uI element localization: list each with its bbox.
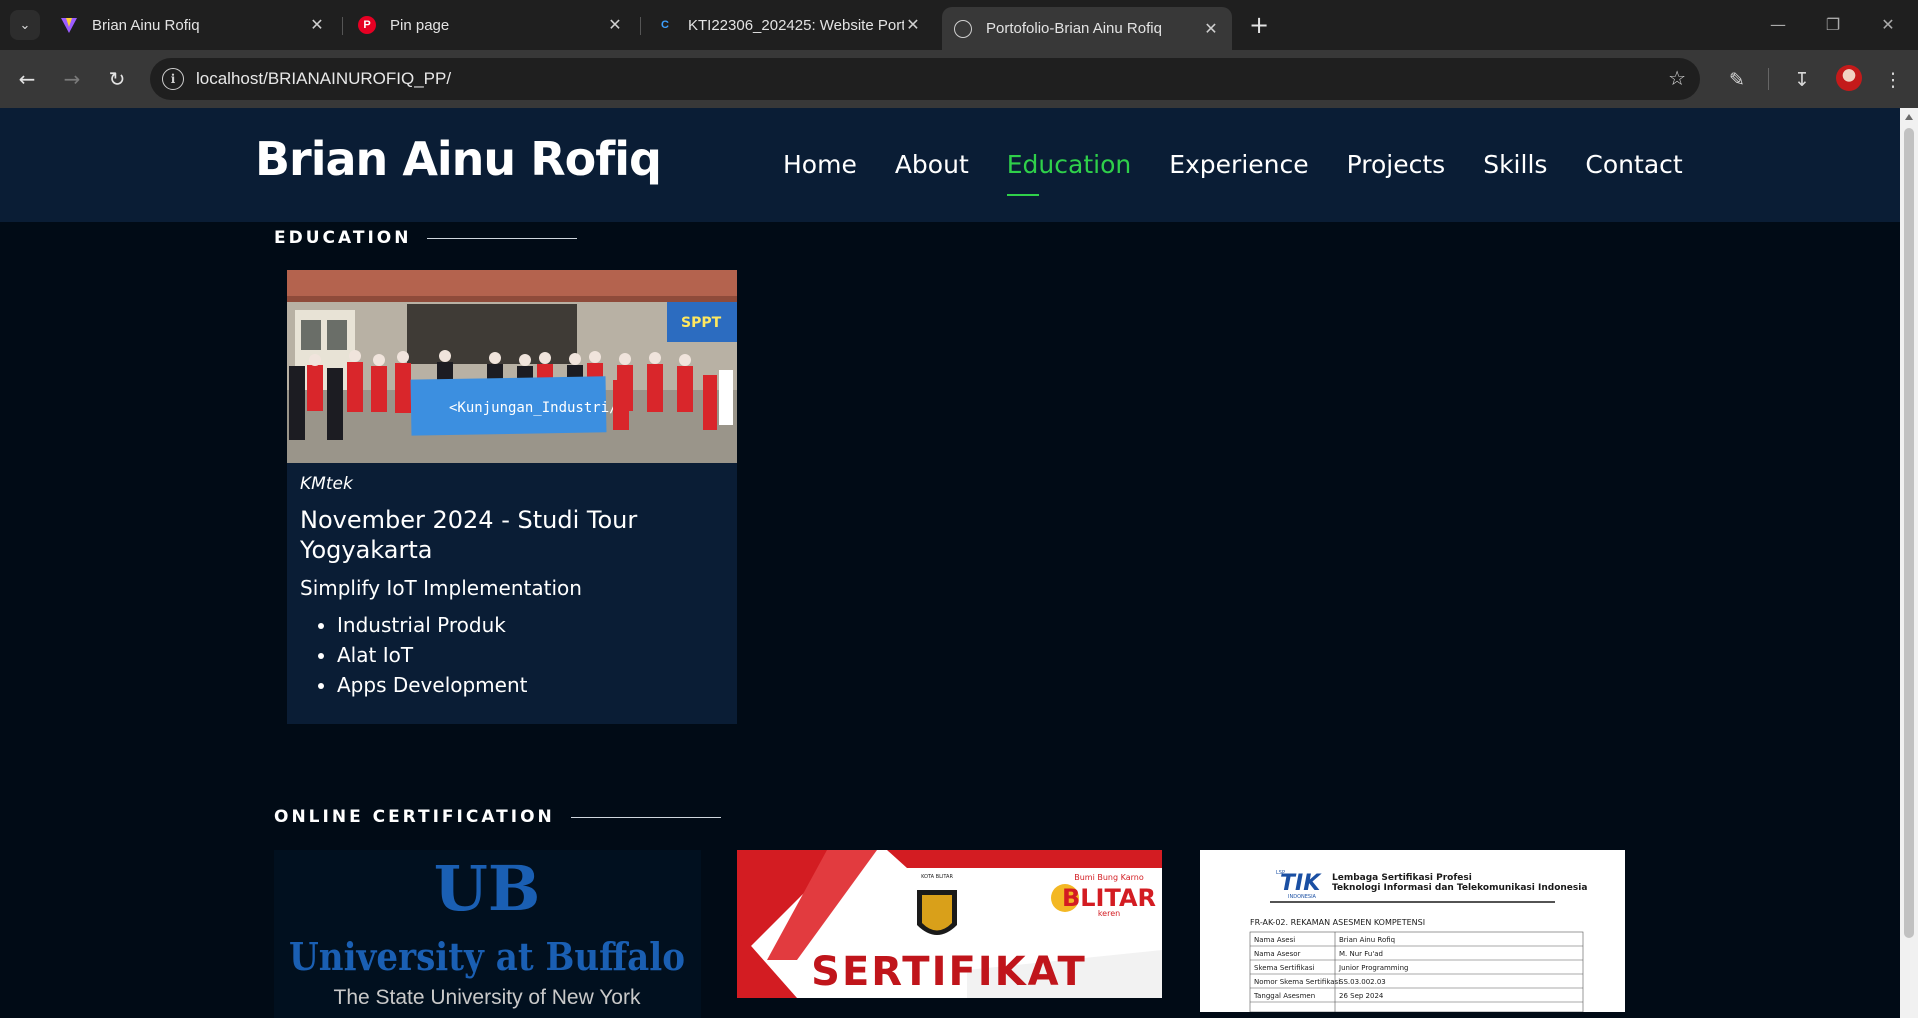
tab-pin-page[interactable]: P Pin page ✕ bbox=[346, 7, 636, 43]
tab-brian-ainu-rofiq[interactable]: Brian Ainu Rofiq ✕ bbox=[48, 7, 338, 43]
tik-logo-sub: INDONESIA bbox=[1288, 894, 1317, 900]
education-organization: KMtek bbox=[300, 474, 353, 494]
education-card: SPPT <Kunjungan_Industri/> KMtek Novembe… bbox=[287, 270, 737, 724]
ub-name: University at Buffalo bbox=[289, 934, 685, 979]
nav-projects[interactable]: Projects bbox=[1347, 150, 1446, 179]
forward-button[interactable]: → bbox=[57, 64, 87, 94]
sign-text: SPPT bbox=[681, 315, 722, 331]
close-icon[interactable]: ✕ bbox=[904, 15, 922, 35]
lsp-row-value: 26 Sep 2024 bbox=[1339, 992, 1384, 1000]
close-icon[interactable]: ✕ bbox=[1202, 19, 1220, 39]
sertifikat-title: SERTIFIKAT bbox=[811, 949, 1087, 995]
close-icon[interactable]: ✕ bbox=[308, 15, 326, 35]
blitar-brand-sub: keren bbox=[1098, 909, 1120, 918]
site-header: Brian Ainu Rofiq Home About Education Ex… bbox=[0, 108, 1900, 222]
blitar-brand: BLITAR bbox=[1062, 884, 1156, 912]
scroll-up-arrow-icon[interactable] bbox=[1905, 114, 1913, 120]
restore-button[interactable]: ❐ bbox=[1813, 8, 1853, 40]
blitar-certificate-image: KOTA BLITAR Bumi Bung Karno BLITAR keren… bbox=[737, 850, 1162, 998]
nav-experience[interactable]: Experience bbox=[1169, 150, 1308, 179]
ub-certificate-image: UB University at Buffalo The State Unive… bbox=[289, 852, 685, 1009]
browser-tab-bar: ⌄ Brian Ainu Rofiq ✕ P Pin page ✕ C KTI2… bbox=[0, 0, 1918, 50]
course-site-icon: C bbox=[661, 19, 669, 31]
site-brand[interactable]: Brian Ainu Rofiq bbox=[255, 132, 662, 186]
nav-skills[interactable]: Skills bbox=[1483, 150, 1547, 179]
lsp-row-value: Junior Programming bbox=[1338, 964, 1408, 972]
nav-home[interactable]: Home bbox=[783, 150, 857, 179]
download-icon[interactable]: ↧ bbox=[1789, 67, 1815, 93]
scrollbar-thumb[interactable] bbox=[1904, 128, 1914, 938]
tik-logo: TIK bbox=[1280, 871, 1322, 896]
tab-separator bbox=[640, 17, 641, 35]
list-item: Alat IoT bbox=[337, 640, 528, 670]
new-tab-button[interactable]: + bbox=[1244, 10, 1274, 40]
blitar-tagline: Bumi Bung Karno bbox=[1074, 873, 1144, 882]
city-text: KOTA BLITAR bbox=[921, 874, 953, 880]
education-section-title: EDUCATION bbox=[274, 228, 578, 248]
globe-icon bbox=[954, 19, 972, 38]
cert-card-ub[interactable]: UB University at Buffalo The State Unive… bbox=[274, 850, 701, 1018]
certification-section-title: ONLINE CERTIFICATION bbox=[274, 807, 721, 827]
ub-logo: UB bbox=[434, 852, 540, 925]
list-item: Apps Development bbox=[337, 670, 528, 700]
section-title-line bbox=[427, 237, 578, 239]
menu-dots-icon[interactable]: ⋮ bbox=[1880, 67, 1906, 93]
minimize-button[interactable]: — bbox=[1758, 8, 1798, 40]
lsp-row-label: Skema Sertifikasi bbox=[1254, 964, 1314, 972]
section-title-text: EDUCATION bbox=[274, 228, 412, 248]
lsp-row-label: Nama Asesi bbox=[1254, 936, 1295, 944]
lsp-row-label: Nomor Skema Sertifikasi bbox=[1254, 978, 1340, 986]
page-scrollbar[interactable] bbox=[1900, 108, 1918, 1018]
lsp-row-value: Brian Ainu Rofiq bbox=[1339, 936, 1395, 944]
section-title-line bbox=[570, 816, 721, 818]
profile-avatar[interactable] bbox=[1836, 65, 1862, 91]
ub-subtitle: The State University of New York bbox=[334, 986, 641, 1009]
education-list: Industrial Produk Alat IoT Apps Developm… bbox=[337, 610, 528, 700]
lsp-certificate-image: LSP TIK INDONESIA Lembaga Sertifikasi Pr… bbox=[1249, 870, 1587, 1012]
url-text[interactable]: localhost/BRIANAINUROFIQ_PP/ bbox=[196, 69, 451, 89]
back-button[interactable]: ← bbox=[12, 64, 42, 94]
tab-label: Portofolio-Brian Ainu Rofiq bbox=[986, 20, 1162, 37]
pinterest-icon: P bbox=[358, 16, 376, 34]
lsp-org-line1: Lembaga Sertifikasi Profesi bbox=[1332, 873, 1472, 883]
list-item: Industrial Produk bbox=[337, 610, 528, 640]
lsp-row-label: Nama Asesor bbox=[1254, 950, 1301, 958]
education-subtitle: Simplify IoT Implementation bbox=[300, 576, 582, 600]
nav-contact[interactable]: Contact bbox=[1585, 150, 1682, 179]
education-photo: SPPT <Kunjungan_Industri/> bbox=[287, 270, 737, 463]
toolbar-separator bbox=[1768, 68, 1769, 90]
address-bar[interactable]: i localhost/BRIANAINUROFIQ_PP/ ☆ bbox=[150, 58, 1700, 100]
lsp-org-line2: Teknologi Informasi dan Telekomunikasi I… bbox=[1332, 883, 1587, 893]
lsp-row-value: SS.03.002.03 bbox=[1339, 978, 1386, 986]
lsp-row-value: M. Nur Fu'ad bbox=[1339, 950, 1383, 958]
nav-education[interactable]: Education bbox=[1006, 150, 1131, 196]
tab-separator bbox=[342, 17, 343, 35]
nav-about[interactable]: About bbox=[895, 150, 969, 179]
bookmark-star-icon[interactable]: ☆ bbox=[1668, 66, 1686, 90]
education-heading: November 2024 - Studi Tour Yogyakarta bbox=[300, 506, 638, 564]
site-info-icon[interactable]: i bbox=[162, 68, 184, 90]
vite-logo-icon bbox=[60, 16, 78, 34]
tab-search-button[interactable]: ⌄ bbox=[10, 10, 40, 40]
extensions-icon[interactable]: ✎ bbox=[1724, 67, 1750, 93]
cert-card-lsp[interactable]: LSP TIK INDONESIA Lembaga Sertifikasi Pr… bbox=[1200, 850, 1625, 1012]
lsp-row-label: Tanggal Asesmen bbox=[1253, 992, 1315, 1000]
tab-label: Brian Ainu Rofiq bbox=[92, 16, 200, 34]
close-window-button[interactable]: ✕ bbox=[1868, 8, 1908, 40]
reload-button[interactable]: ↻ bbox=[102, 64, 132, 94]
tab-kti-website[interactable]: C KTI22306_202425: Website Portofolio ✕ bbox=[644, 7, 934, 43]
chevron-down-icon: ⌄ bbox=[19, 17, 31, 33]
main-nav: Home About Education Experience Projects… bbox=[783, 150, 1683, 196]
close-icon[interactable]: ✕ bbox=[606, 15, 624, 35]
page-viewport[interactable]: Brian Ainu Rofiq Home About Education Ex… bbox=[0, 108, 1900, 1018]
tab-label: KTI22306_202425: Website Portofolio bbox=[688, 16, 904, 34]
section-title-text: ONLINE CERTIFICATION bbox=[274, 807, 555, 827]
banner-text: <Kunjungan_Industri/> bbox=[449, 400, 626, 416]
browser-toolbar: ← → ↻ i localhost/BRIANAINUROFIQ_PP/ ☆ ✎… bbox=[0, 50, 1918, 108]
cert-card-blitar[interactable]: KOTA BLITAR Bumi Bung Karno BLITAR keren… bbox=[737, 850, 1162, 998]
lsp-form-title: FR-AK-02. REKAMAN ASESMEN KOMPETENSI bbox=[1250, 918, 1425, 927]
tab-label: Pin page bbox=[390, 16, 450, 34]
tab-portofolio[interactable]: Portofolio-Brian Ainu Rofiq ✕ bbox=[942, 7, 1232, 50]
